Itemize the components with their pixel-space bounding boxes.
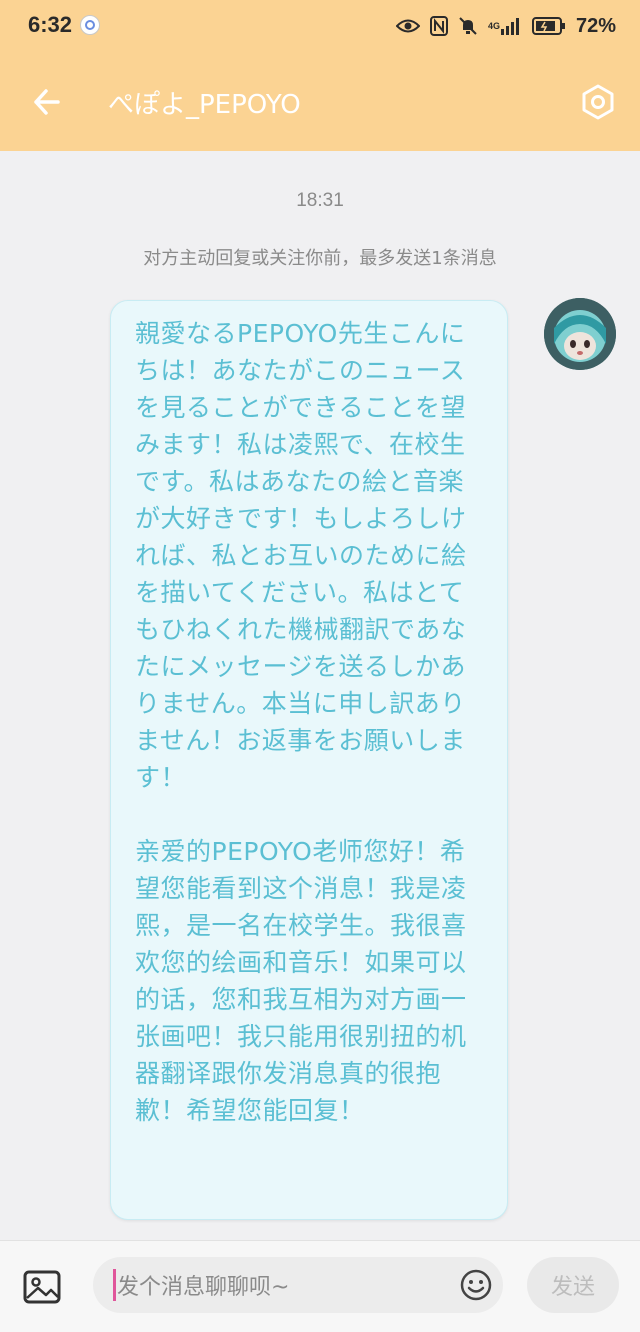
network-type: 4G [487, 20, 500, 31]
arrow-left-icon [34, 89, 60, 115]
battery-icon [531, 17, 566, 35]
status-time: 6:32 [28, 12, 73, 37]
nfc-icon [429, 16, 448, 36]
hexagon-settings-icon [582, 84, 614, 120]
message-composer: 发个消息聊聊呗~ 发送 [0, 1240, 640, 1332]
signal-icon: 4G [488, 17, 522, 35]
message-bubble[interactable]: 親愛なるPEPOYO先生こんにちは！あなたがこのニュースを見ることができることを… [110, 300, 508, 1220]
mute-bell-icon [458, 16, 478, 36]
image-button[interactable] [22, 1267, 62, 1307]
user-avatar[interactable] [544, 298, 616, 370]
status-bar: 6:32 4G 72% [0, 0, 640, 52]
send-button[interactable]: 发送 [527, 1257, 619, 1313]
emoji-icon [460, 1269, 492, 1301]
top-bar: 6:32 4G 72% ぺぽよ_PEPOYO [0, 0, 640, 151]
input-placeholder: 发个消息聊聊呗~ [117, 1275, 290, 1300]
emoji-button[interactable] [459, 1268, 493, 1302]
app-notification-icon [80, 15, 100, 35]
avatar-image [544, 298, 616, 370]
message-input[interactable]: 发个消息聊聊呗~ [93, 1257, 503, 1313]
text-caret [113, 1269, 116, 1301]
message-text: 親愛なるPEPOYO先生こんにちは！あなたがこのニュースを見ることができることを… [135, 319, 467, 1125]
status-icons: 4G 72% [395, 12, 616, 40]
chat-header: ぺぽよ_PEPOYO [0, 52, 640, 151]
settings-button[interactable] [578, 82, 618, 122]
message-timestamp: 18:31 [296, 190, 344, 211]
back-button[interactable] [28, 82, 68, 122]
battery-percent: 72% [575, 14, 616, 37]
message-limit-notice: 对方主动回复或关注你前，最多发送1条消息 [143, 248, 497, 269]
eye-icon [395, 17, 420, 35]
image-icon [23, 1270, 61, 1304]
chat-title: ぺぽよ_PEPOYO [108, 90, 301, 120]
